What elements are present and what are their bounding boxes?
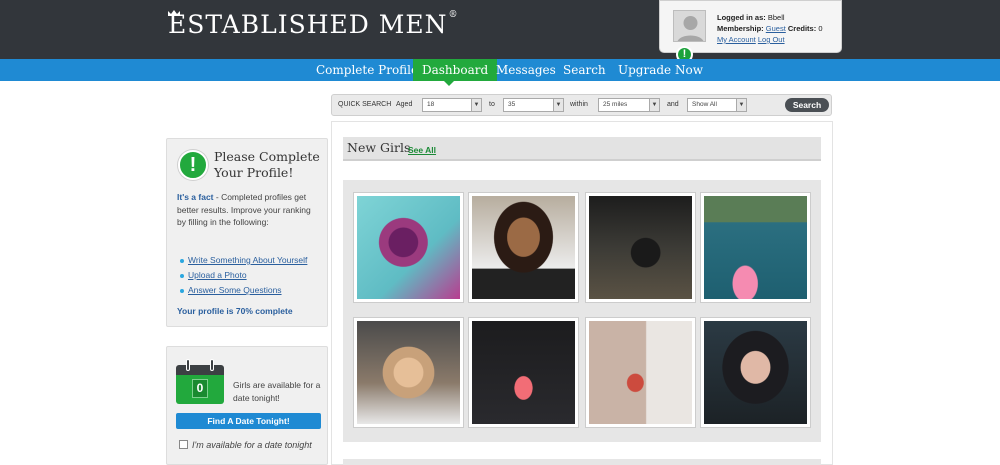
new-girl-photo[interactable] — [585, 192, 696, 303]
complete-profile-title: Please Complete Your Profile! — [214, 149, 320, 180]
new-girl-photo[interactable] — [353, 317, 464, 428]
main-nav: Complete Profile! Dashboard Messages Sea… — [0, 59, 1000, 81]
show-value: Show All — [692, 101, 717, 108]
new-girl-photo[interactable] — [700, 192, 811, 303]
new-girl-photo[interactable] — [353, 192, 464, 303]
age-to-value: 35 — [508, 101, 516, 108]
to-label: to — [489, 101, 495, 108]
available-girls-count: 0 — [192, 379, 208, 398]
new-girls-header: New Girls See All — [343, 137, 821, 161]
logout-link[interactable]: Log Out — [758, 35, 785, 44]
upload-photo-link[interactable]: Upload a Photo — [180, 268, 307, 283]
fact-label: It's a fact — [177, 192, 214, 202]
profile-completion-text: Your profile is 70% complete — [177, 306, 293, 316]
find-a-date-button[interactable]: Find A Date Tonight! — [176, 413, 321, 429]
avatar[interactable] — [673, 10, 706, 42]
exclamation-icon: ! — [178, 150, 208, 180]
age-from-value: 18 — [427, 101, 435, 108]
quick-search-button[interactable]: Search — [785, 98, 829, 112]
new-girls-title: New Girls — [347, 140, 411, 155]
logo-text: ESTABLISHED MEN — [168, 10, 448, 39]
chevron-down-icon: ▼ — [736, 99, 746, 111]
top-header: ESTABLISHED MEN® — [0, 0, 1000, 59]
new-girl-photo[interactable] — [585, 317, 696, 428]
new-girl-photo[interactable] — [468, 192, 579, 303]
username: Bbell — [767, 13, 785, 22]
nav-dashboard[interactable]: Dashboard — [413, 59, 498, 81]
profile-tasks-list: Write Something About Yourself Upload a … — [180, 253, 307, 298]
credits-label: Credits: — [787, 24, 817, 33]
write-about-yourself-link[interactable]: Write Something About Yourself — [180, 253, 307, 268]
calendar-icon: 0 — [176, 359, 224, 404]
quick-search-title: QUICK SEARCH — [338, 101, 392, 108]
chevron-down-icon: ▼ — [553, 99, 563, 111]
profile-photo — [357, 196, 460, 299]
age-to-select[interactable]: 35 ▼ — [503, 98, 564, 112]
my-account-link[interactable]: My Account — [717, 35, 756, 44]
date-tonight-card: 0 Girls are available for a date tonight… — [166, 346, 328, 465]
available-tonight-checkbox[interactable] — [179, 440, 188, 449]
profile-photo — [589, 196, 692, 299]
profile-photo — [589, 321, 692, 424]
answer-questions-link[interactable]: Answer Some Questions — [180, 283, 307, 298]
site-logo[interactable]: ESTABLISHED MEN® — [168, 10, 458, 39]
age-from-select[interactable]: 18 ▼ — [422, 98, 482, 112]
and-label: and — [667, 101, 679, 108]
distance-select[interactable]: 25 miles ▼ — [598, 98, 660, 112]
aged-label: Aged — [396, 101, 413, 108]
distance-value: 25 miles — [603, 101, 628, 108]
within-label: within — [570, 101, 588, 108]
quick-search-bar: QUICK SEARCH Aged 18 ▼ to 35 ▼ within 25… — [331, 94, 832, 116]
show-select[interactable]: Show All ▼ — [687, 98, 747, 112]
nav-search[interactable]: Search — [563, 59, 606, 81]
next-section-strip — [343, 459, 821, 465]
profile-photo — [472, 196, 575, 299]
membership-label: Membership: — [717, 24, 764, 33]
complete-profile-card: ! Please Complete Your Profile! It's a f… — [166, 138, 328, 327]
new-girl-photo[interactable] — [468, 317, 579, 428]
credits-value: 0 — [818, 24, 823, 33]
account-info: Logged in as: Bbell Membership: Guest Cr… — [717, 12, 823, 45]
logged-in-label: Logged in as: — [717, 13, 766, 22]
active-nav-pointer — [444, 81, 454, 86]
chevron-down-icon: ▼ — [649, 99, 659, 111]
chevron-down-icon: ▼ — [471, 99, 481, 111]
new-girl-photo[interactable] — [700, 317, 811, 428]
girls-available-text: Girls are available for a date tonight! — [233, 380, 321, 403]
profile-photo — [704, 321, 807, 424]
profile-photo — [472, 321, 575, 424]
profile-photo — [704, 196, 807, 299]
nav-messages[interactable]: Messages — [496, 59, 556, 81]
membership-link[interactable]: Guest — [766, 24, 786, 33]
logo-registered-mark: ® — [448, 10, 459, 20]
complete-profile-text: It's a fact - Completed profiles get bet… — [177, 191, 322, 229]
account-box: Logged in as: Bbell Membership: Guest Cr… — [659, 0, 842, 53]
profile-photo — [357, 321, 460, 424]
nav-upgrade-now[interactable]: Upgrade Now — [618, 59, 703, 81]
nav-complete-profile[interactable]: Complete Profile! — [316, 59, 423, 81]
user-silhouette-icon — [677, 16, 704, 41]
available-tonight-label: I'm available for a date tonight — [192, 440, 312, 450]
available-tonight-option[interactable]: I'm available for a date tonight — [179, 440, 312, 450]
see-all-link[interactable]: See All — [408, 145, 436, 155]
